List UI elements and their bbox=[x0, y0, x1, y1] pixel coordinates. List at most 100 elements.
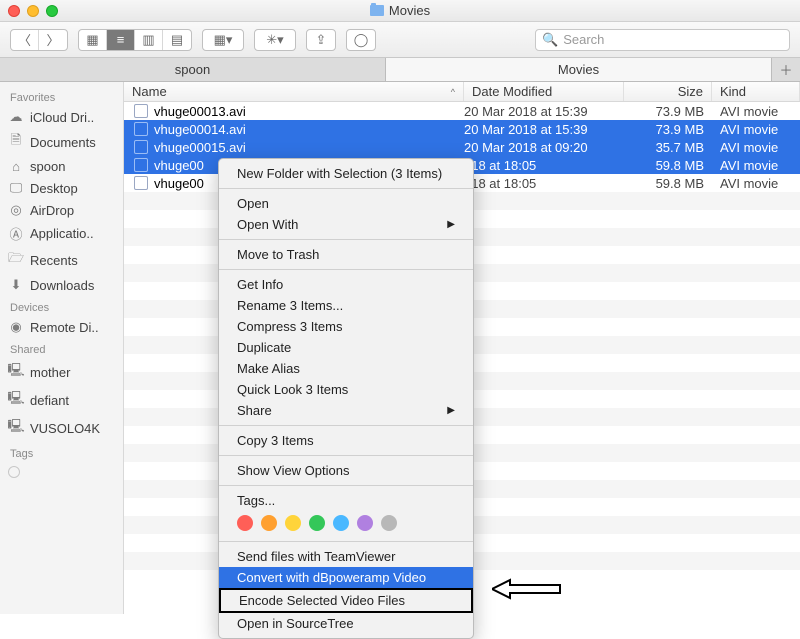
column-header-date[interactable]: Date Modified bbox=[464, 82, 624, 101]
sidebar-item-mother[interactable]: 🖳mother bbox=[0, 358, 123, 386]
tag-color-dot[interactable] bbox=[285, 515, 301, 531]
file-kind: AVI movie bbox=[712, 158, 800, 173]
arrange-group: ▦▾ bbox=[202, 29, 244, 51]
menu-item[interactable]: Duplicate bbox=[219, 337, 473, 358]
menu-item[interactable]: Move to Trash bbox=[219, 244, 473, 265]
menu-item[interactable]: Open bbox=[219, 193, 473, 214]
menu-separator bbox=[219, 269, 473, 270]
home-icon: ⌂ bbox=[8, 159, 24, 174]
list-view-button[interactable]: ≡ bbox=[107, 30, 135, 50]
computer-icon: 🖳 bbox=[8, 417, 24, 439]
menu-item[interactable]: Open With▶ bbox=[219, 214, 473, 235]
sidebar-item-desktop[interactable]: 🖵Desktop bbox=[0, 177, 123, 199]
tags-button[interactable]: ◯ bbox=[347, 30, 375, 50]
sidebar-item-recents[interactable]: 🗁Recents bbox=[0, 246, 123, 274]
file-row[interactable]: vhuge00015.avi20 Mar 2018 at 09:2035.7 M… bbox=[124, 138, 800, 156]
tag-color-dot[interactable] bbox=[237, 515, 253, 531]
tags-header: Tags bbox=[0, 442, 123, 462]
sidebar-item-airdrop[interactable]: ◎AirDrop bbox=[0, 199, 123, 221]
sidebar-item-downloads[interactable]: ⬇Downloads bbox=[0, 274, 123, 296]
file-name: vhuge00 bbox=[154, 158, 204, 173]
file-size: 73.9 MB bbox=[624, 104, 712, 119]
menu-item[interactable]: Open in SourceTree bbox=[219, 613, 473, 634]
menu-item[interactable]: Copy 3 Items bbox=[219, 430, 473, 451]
menu-item[interactable]: Get Info bbox=[219, 274, 473, 295]
column-header-size[interactable]: Size bbox=[624, 82, 712, 101]
shared-header: Shared bbox=[0, 338, 123, 358]
icon-view-button[interactable]: ▦ bbox=[79, 30, 107, 50]
menu-item[interactable]: Encode Selected Video Files bbox=[219, 588, 473, 613]
window-title-text: Movies bbox=[389, 3, 430, 18]
tag-dot[interactable] bbox=[8, 466, 20, 478]
menu-item[interactable]: Share▶ bbox=[219, 400, 473, 421]
file-name: vhuge00013.avi bbox=[154, 104, 246, 119]
new-tab-button[interactable]: ＋ bbox=[772, 58, 800, 81]
back-button[interactable]: 〈 bbox=[11, 30, 39, 50]
computer-icon: 🖳 bbox=[8, 361, 24, 383]
arrange-button[interactable]: ▦▾ bbox=[203, 30, 243, 50]
tags-group: ◯ bbox=[346, 29, 376, 51]
menu-item[interactable]: Tags... bbox=[219, 490, 473, 511]
sidebar-item-documents[interactable]: 🗎Documents bbox=[0, 128, 123, 156]
sidebar-item-vusolo4k[interactable]: 🖳VUSOLO4K bbox=[0, 414, 123, 442]
menu-item[interactable]: Compress 3 Items bbox=[219, 316, 473, 337]
tab-movies[interactable]: Movies bbox=[386, 58, 772, 81]
file-row[interactable]: vhuge00013.avi 20 Mar 2018 at 15:3973.9 M… bbox=[124, 102, 800, 120]
action-button[interactable]: ✳▾ bbox=[255, 30, 295, 50]
file-icon bbox=[134, 104, 148, 118]
sidebar-item-spoon[interactable]: ⌂spoon bbox=[0, 156, 123, 177]
file-row[interactable]: vhuge00014.avi20 Mar 2018 at 15:3973.9 M… bbox=[124, 120, 800, 138]
share-button[interactable]: ⇪ bbox=[307, 30, 335, 50]
sort-asc-icon: ^ bbox=[451, 87, 455, 97]
tag-color-dot[interactable] bbox=[357, 515, 373, 531]
menu-item[interactable]: Rename 3 Items... bbox=[219, 295, 473, 316]
file-kind: AVI movie bbox=[712, 176, 800, 191]
menu-item[interactable]: Send files with TeamViewer bbox=[219, 546, 473, 567]
folder-icon bbox=[370, 5, 384, 16]
tag-color-dot[interactable] bbox=[309, 515, 325, 531]
favorites-header: Favorites bbox=[0, 86, 123, 106]
file-icon bbox=[134, 176, 148, 190]
sidebar-item-defiant[interactable]: 🖳defiant bbox=[0, 386, 123, 414]
tag-color-dot[interactable] bbox=[381, 515, 397, 531]
view-mode-group: ▦ ≡ ▥ ▤ bbox=[78, 29, 192, 51]
window-title: Movies bbox=[0, 3, 800, 18]
column-header-name[interactable]: Name^ bbox=[124, 82, 464, 101]
sidebar-item-icloud[interactable]: ☁iCloud Dri.. bbox=[0, 106, 123, 128]
sidebar-item-applications[interactable]: ⒶApplicatio.. bbox=[0, 221, 123, 246]
tag-color-dot[interactable] bbox=[261, 515, 277, 531]
computer-icon: 🖳 bbox=[8, 389, 24, 411]
annotation-arrow bbox=[492, 578, 562, 600]
tag-color-dot[interactable] bbox=[333, 515, 349, 531]
file-kind: AVI movie bbox=[712, 104, 800, 119]
menu-item[interactable]: Convert with dBpoweramp Video bbox=[219, 567, 473, 588]
tag-color-row bbox=[0, 462, 123, 482]
menu-separator bbox=[219, 541, 473, 542]
file-date: 20 Mar 2018 at 15:39 bbox=[464, 122, 624, 137]
menu-separator bbox=[219, 455, 473, 456]
column-header-row: Name^ Date Modified Size Kind bbox=[124, 82, 800, 102]
sidebar: Favorites ☁iCloud Dri.. 🗎Documents ⌂spoo… bbox=[0, 82, 124, 614]
gallery-view-button[interactable]: ▤ bbox=[163, 30, 191, 50]
nav-back-forward: 〈 〉 bbox=[10, 29, 68, 51]
tab-spoon[interactable]: spoon bbox=[0, 58, 386, 81]
file-date: 20 Mar 2018 at 15:39 bbox=[464, 104, 624, 119]
menu-item[interactable]: Show View Options bbox=[219, 460, 473, 481]
menu-separator bbox=[219, 239, 473, 240]
search-input[interactable]: 🔍 Search bbox=[535, 29, 790, 51]
apps-icon: Ⓐ bbox=[8, 224, 24, 243]
file-size: 73.9 MB bbox=[624, 122, 712, 137]
menu-item[interactable]: Make Alias bbox=[219, 358, 473, 379]
file-kind: AVI movie bbox=[712, 122, 800, 137]
sidebar-item-remote-disk[interactable]: ◉Remote Di.. bbox=[0, 316, 123, 338]
recents-icon: 🗁 bbox=[8, 249, 24, 271]
menu-tag-colors bbox=[219, 511, 473, 537]
remote-disk-icon: ◉ bbox=[8, 319, 24, 335]
search-icon: 🔍 bbox=[542, 32, 558, 48]
column-view-button[interactable]: ▥ bbox=[135, 30, 163, 50]
menu-item[interactable]: Quick Look 3 Items bbox=[219, 379, 473, 400]
menu-separator bbox=[219, 188, 473, 189]
forward-button[interactable]: 〉 bbox=[39, 30, 67, 50]
menu-item[interactable]: New Folder with Selection (3 Items) bbox=[219, 163, 473, 184]
column-header-kind[interactable]: Kind bbox=[712, 82, 800, 101]
